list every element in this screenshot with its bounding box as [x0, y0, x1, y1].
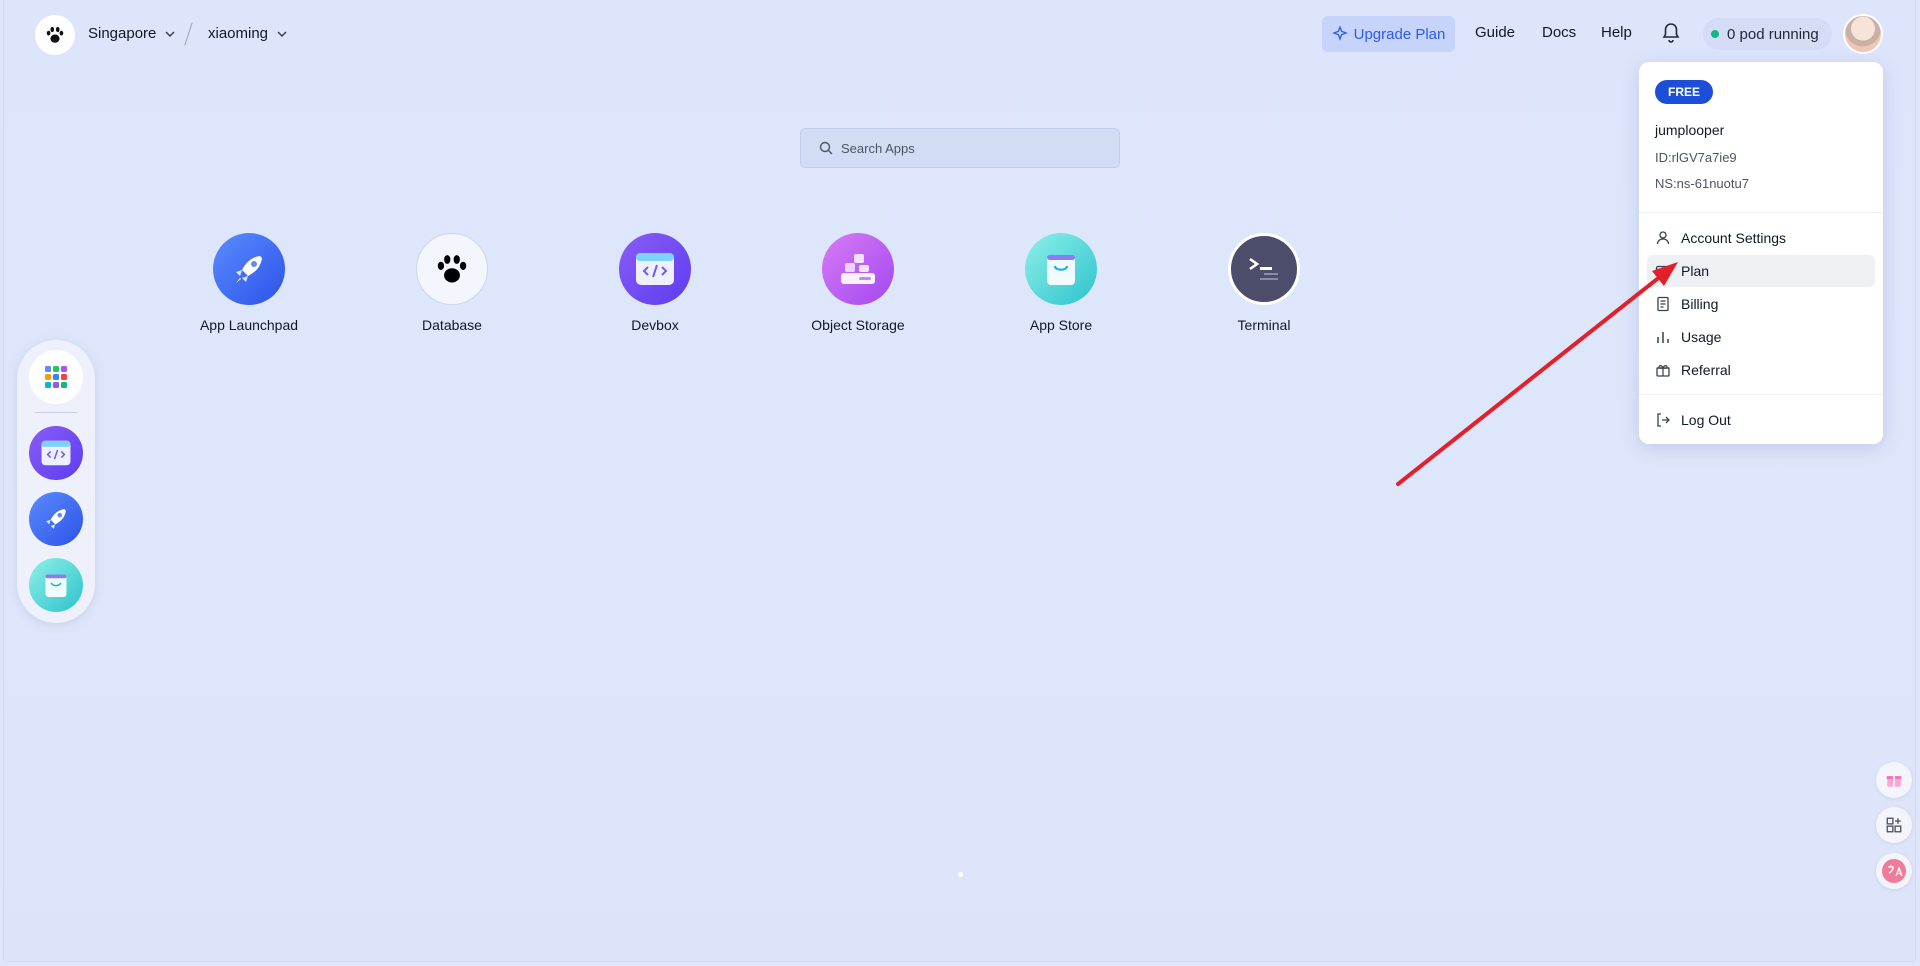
- code-box-icon: [619, 233, 691, 305]
- menu-item-account-settings[interactable]: Account Settings: [1647, 222, 1875, 254]
- avatar[interactable]: [1843, 14, 1883, 54]
- menu-item-label: Referral: [1681, 362, 1731, 378]
- menu-item-referral[interactable]: Referral: [1647, 354, 1875, 386]
- rocket-icon: [213, 233, 285, 305]
- receipt-icon: [1657, 296, 1669, 312]
- pod-status-badge[interactable]: 0 pod running: [1703, 18, 1832, 50]
- upgrade-plan-label: Upgrade Plan: [1353, 25, 1446, 43]
- app-store-tile[interactable]: App Store: [981, 233, 1141, 333]
- region-label: Singapore: [88, 25, 157, 42]
- paw-icon: [46, 26, 64, 43]
- app-label: Object Storage: [811, 317, 905, 333]
- search-icon: [819, 141, 833, 155]
- user-icon: [1656, 231, 1670, 245]
- region-selector[interactable]: Singapore: [88, 25, 176, 42]
- logout-label: Log Out: [1681, 412, 1731, 428]
- card-icon: [1655, 265, 1671, 277]
- chevron-down-icon: [277, 30, 287, 37]
- database-tile[interactable]: Database: [372, 233, 532, 333]
- status-dot: [1711, 30, 1719, 38]
- docs-link[interactable]: Docs: [1542, 24, 1576, 41]
- menu-item-plan[interactable]: Plan: [1647, 255, 1875, 287]
- top-bar: Singapore xiaoming Upgrade Plan Guide Do…: [0, 0, 1920, 68]
- app-label: Devbox: [631, 317, 679, 333]
- shopping-bag-icon[interactable]: [29, 558, 83, 612]
- upgrade-plan-button[interactable]: Upgrade Plan: [1322, 16, 1455, 52]
- paw-icon: [416, 233, 488, 305]
- bar-chart-icon: [1657, 332, 1669, 343]
- language-icon[interactable]: [1876, 853, 1912, 889]
- menu-item-usage[interactable]: Usage: [1647, 321, 1875, 353]
- app-launchpad-tile[interactable]: App Launchpad: [169, 233, 329, 333]
- breadcrumb-divider: [184, 22, 193, 46]
- pod-status-label: 0 pod running: [1727, 25, 1819, 43]
- app-label: App Launchpad: [199, 317, 299, 333]
- shopping-bag-icon: [1025, 233, 1097, 305]
- workspace-selector[interactable]: xiaoming: [208, 25, 288, 42]
- username: jumplooper: [1655, 122, 1725, 138]
- dock-divider: [35, 412, 77, 413]
- sealos-logo[interactable]: [35, 15, 75, 55]
- app-label: Database: [422, 317, 482, 333]
- user-id: ID:rlGV7a7ie9: [1655, 150, 1737, 165]
- object-storage-tile[interactable]: Object Storage: [778, 233, 938, 333]
- devbox-tile[interactable]: Devbox: [575, 233, 735, 333]
- menu-item-billing[interactable]: Billing: [1647, 288, 1875, 320]
- menu-item-label: Billing: [1681, 296, 1719, 312]
- workspace-label: xiaoming: [208, 25, 269, 42]
- search-placeholder: Search Apps: [841, 140, 915, 156]
- sparkle-icon: [1331, 26, 1348, 41]
- terminal-icon: [1228, 233, 1300, 305]
- plan-badge: FREE: [1655, 80, 1713, 104]
- app-dock: [17, 340, 95, 623]
- app-label: App Store: [1029, 317, 1093, 333]
- account-dropdown: FREE jumplooper ID:rlGV7a7ie9 NS:ns-61nu…: [1639, 62, 1883, 444]
- app-label: Terminal: [1237, 317, 1291, 333]
- logout-icon: [1657, 413, 1670, 427]
- menu-divider: [1639, 394, 1883, 395]
- menu-divider: [1639, 212, 1883, 213]
- gift-icon[interactable]: [1876, 762, 1912, 798]
- guide-link[interactable]: Guide: [1475, 24, 1515, 41]
- terminal-tile[interactable]: Terminal: [1184, 233, 1344, 333]
- menu-item-label: Plan: [1681, 263, 1710, 279]
- grid-icon[interactable]: [29, 350, 83, 404]
- gift-icon: [1656, 365, 1670, 377]
- code-box-icon[interactable]: [29, 426, 83, 480]
- menu-item-label: Usage: [1681, 329, 1722, 345]
- chevron-down-icon: [165, 30, 175, 37]
- logout-button[interactable]: Log Out: [1647, 404, 1875, 436]
- search-apps-input[interactable]: Search Apps: [800, 128, 1120, 168]
- bell-icon[interactable]: [1661, 22, 1681, 44]
- menu-item-label: Account Settings: [1681, 230, 1787, 246]
- user-namespace: NS:ns-61nuotu7: [1655, 176, 1749, 191]
- rocket-icon[interactable]: [29, 492, 83, 546]
- storage-blocks-icon: [822, 233, 894, 305]
- page-indicator[interactable]: [958, 872, 963, 877]
- apps-grid-icon[interactable]: [1876, 807, 1912, 843]
- help-link[interactable]: Help: [1601, 24, 1632, 41]
